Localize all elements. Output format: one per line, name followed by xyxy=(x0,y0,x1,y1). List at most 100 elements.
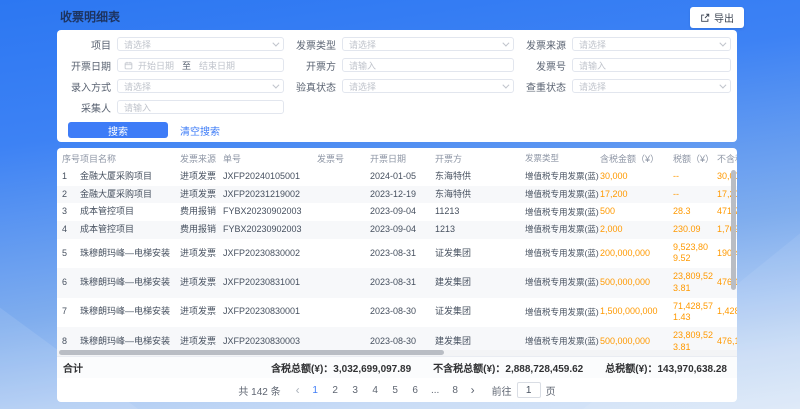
export-button[interactable]: 导出 xyxy=(690,7,744,28)
page-number[interactable]: 6 xyxy=(409,385,422,396)
filter-invoice-type: 发票类型 请选择 xyxy=(284,37,514,51)
table-cell: 进项发票 xyxy=(180,298,223,327)
table-cell xyxy=(317,203,370,221)
entry-mode-select[interactable]: 请选择 xyxy=(117,79,284,93)
collector-input[interactable]: 请输入 xyxy=(117,100,284,114)
table-cell: 2 xyxy=(57,186,80,204)
table-cell: 6 xyxy=(57,268,80,297)
placeholder-text: 请选择 xyxy=(124,38,272,51)
totals-label: 合计 xyxy=(57,360,83,375)
page-number[interactable]: 3 xyxy=(349,385,362,396)
table-cell: JXFP20230831001 xyxy=(223,268,317,297)
invoice-no-input[interactable]: 请输入 xyxy=(572,58,731,72)
table-cell: 7 xyxy=(57,298,80,327)
page-number[interactable]: 8 xyxy=(449,385,462,396)
chevron-down-icon xyxy=(719,81,726,88)
table-cell: 珠穆朗玛峰—电梯安装 xyxy=(80,327,180,350)
page-number[interactable]: 2 xyxy=(329,385,342,396)
table-header-row: 序号项目名称发票来源单号发票号开票日期开票方发票类型含税金额（¥）税额（¥）不含… xyxy=(57,148,737,168)
goto-page-input[interactable] xyxy=(517,382,541,398)
filter-entry-mode: 录入方式 请选择 xyxy=(59,79,284,93)
table-cell xyxy=(317,168,370,186)
goto-page: 前往 页 xyxy=(492,382,556,398)
table-cell: 东海特供 xyxy=(435,186,525,204)
table-cell: 2023-08-31 xyxy=(370,268,435,297)
table-cell: FYBX20230902003 xyxy=(223,221,317,239)
column-header: 发票号 xyxy=(317,148,370,168)
chevron-down-icon xyxy=(272,39,279,46)
table-cell: 1213 xyxy=(435,221,525,239)
table-cell: 1 xyxy=(57,168,80,186)
table-row: 7珠穆朗玛峰—电梯安装进项发票JXFP202308300012023-08-30… xyxy=(57,298,737,327)
column-header: 项目名称 xyxy=(80,148,180,168)
table-cell: 建发集团 xyxy=(435,327,525,350)
pagination: 共 142 条 ‹ 123456...8 › 前往 页 xyxy=(57,378,737,402)
vertical-scrollbar-thumb[interactable] xyxy=(731,170,736,290)
table-cell: 500,000,000 xyxy=(600,327,673,350)
goto-label: 前往 xyxy=(492,383,512,398)
totals-bar: 合计 含税总额(¥)：3,032,699,097.89 不含税总额(¥)：2,8… xyxy=(57,356,737,378)
page-number[interactable]: 4 xyxy=(369,385,382,396)
table-row: 5珠穆朗玛峰—电梯安装进项发票JXFP202308300022023-08-31… xyxy=(57,239,737,268)
column-header: 不含税金额（¥） xyxy=(717,148,737,168)
table-row: 4成本管控项目费用报销FYBX202309020032023-09-041213… xyxy=(57,221,737,239)
page-number[interactable]: 5 xyxy=(389,385,402,396)
dup-status-select[interactable]: 请选择 xyxy=(572,79,731,93)
table-cell: 增值税专用发票(蓝) xyxy=(525,298,600,327)
page-number[interactable]: 1 xyxy=(309,385,322,396)
invoice-type-select[interactable]: 请选择 xyxy=(342,37,514,51)
table-cell: 11213 xyxy=(435,203,525,221)
table-cell: 4 xyxy=(57,221,80,239)
table-cell: JXFP20230830002 xyxy=(223,239,317,268)
invoice-date-range-picker[interactable]: 开始日期 至 结束日期 xyxy=(117,58,284,72)
table-cell: 费用报销 xyxy=(180,221,223,239)
total-excl-tax: 不含税总额(¥)：2,888,728,459.62 xyxy=(433,360,583,375)
table-cell: 23,809,523.81 xyxy=(673,327,717,350)
table-cell: 8 xyxy=(57,327,80,350)
table-cell: JXFP20230830001 xyxy=(223,298,317,327)
page-ellipsis: ... xyxy=(429,385,442,396)
search-button[interactable]: 搜索 xyxy=(68,122,168,138)
filter-panel: 项目 请选择 发票类型 请选择 发票来源 请选择 xyxy=(57,30,737,142)
prev-page-button[interactable]: ‹ xyxy=(294,384,302,396)
table-cell: 2023-08-30 xyxy=(370,327,435,350)
filter-label: 发票类型 xyxy=(284,37,336,52)
filter-dup-status: 查重状态 请选择 xyxy=(514,79,731,93)
filter-invoice-no: 发票号 请输入 xyxy=(514,58,731,72)
table-cell xyxy=(317,327,370,350)
table-cell: JXFP20230830003 xyxy=(223,327,317,350)
invoice-source-select[interactable]: 请选择 xyxy=(572,37,731,51)
filter-verify-status: 验真状态 请选择 xyxy=(284,79,514,93)
filter-project: 项目 请选择 xyxy=(59,37,284,51)
column-header: 开票日期 xyxy=(370,148,435,168)
table-row: 1金融大厦采购项目进项发票JXFP202401050012024-01-05东海… xyxy=(57,168,737,186)
table-cell: -- xyxy=(673,168,717,186)
desktop-background: 收票明细表 导出 项目 请选择 发票类型 请选择 xyxy=(0,0,800,409)
project-select[interactable]: 请选择 xyxy=(117,37,284,51)
verify-status-select[interactable]: 请选择 xyxy=(342,79,514,93)
filter-invoice-date: 开票日期 开始日期 至 结束日期 xyxy=(59,58,284,72)
table-cell xyxy=(317,239,370,268)
issuer-input[interactable]: 请输入 xyxy=(342,58,514,72)
table-cell: 金融大厦采购项目 xyxy=(80,186,180,204)
end-date-placeholder: 结束日期 xyxy=(199,59,235,72)
filter-issuer: 开票方 请输入 xyxy=(284,58,514,72)
table-cell xyxy=(317,221,370,239)
table-cell: 金融大厦采购项目 xyxy=(80,168,180,186)
calendar-icon xyxy=(124,61,133,70)
table-cell: 进项发票 xyxy=(180,186,223,204)
filter-label: 项目 xyxy=(59,37,111,52)
next-page-button[interactable]: › xyxy=(469,384,477,396)
table-cell: 增值税专用发票(蓝) xyxy=(525,239,600,268)
table-cell: 3 xyxy=(57,203,80,221)
filter-invoice-source: 发票来源 请选择 xyxy=(514,37,731,51)
clear-search-button[interactable]: 清空搜索 xyxy=(180,123,220,138)
table-row: 3成本管控项目费用报销FYBX202309020032023-09-041121… xyxy=(57,203,737,221)
table-cell: 9,523,809.52 xyxy=(673,239,717,268)
horizontal-scrollbar-thumb[interactable] xyxy=(59,350,444,355)
table-cell: 建发集团 xyxy=(435,268,525,297)
table-cell: 东海特供 xyxy=(435,168,525,186)
table-cell: 成本管控项目 xyxy=(80,221,180,239)
filter-label: 验真状态 xyxy=(284,79,336,94)
column-header: 发票来源 xyxy=(180,148,223,168)
